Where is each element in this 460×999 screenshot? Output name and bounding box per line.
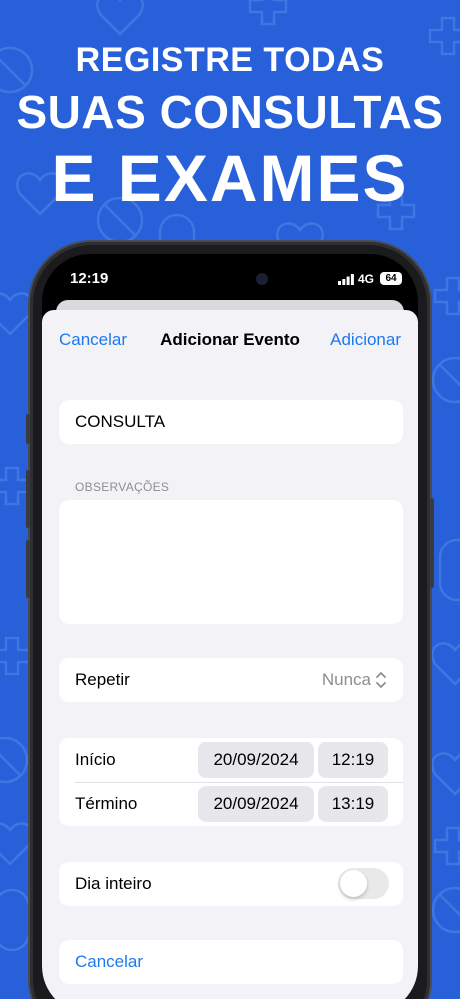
chevron-up-down-icon bbox=[376, 672, 386, 688]
battery-level: 64 bbox=[385, 273, 397, 284]
battery-icon: 64 bbox=[380, 272, 402, 285]
plus-icon bbox=[433, 826, 460, 866]
event-title-value: CONSULTA bbox=[75, 412, 166, 431]
camera-icon bbox=[256, 273, 268, 285]
phone-screen: 12:19 4G 64 Cancelar Adicionar Evento Ad… bbox=[42, 254, 418, 999]
start-label: Início bbox=[75, 750, 116, 769]
dynamic-island bbox=[180, 264, 280, 294]
promo-line-1: REGISTRE TODAS bbox=[75, 41, 385, 79]
action-button bbox=[26, 414, 30, 444]
volume-down-button bbox=[26, 540, 30, 598]
heart-icon bbox=[431, 752, 460, 796]
repeat-value: Nunca bbox=[321, 670, 371, 689]
divider bbox=[75, 782, 403, 783]
add-event-sheet: Cancelar Adicionar Evento Adicionar CONS… bbox=[42, 310, 418, 999]
add-button[interactable]: Adicionar bbox=[330, 330, 401, 350]
volume-up-button bbox=[26, 470, 30, 528]
observations-label: OBSERVAÇÕES bbox=[75, 480, 170, 494]
nav-bar: Cancelar Adicionar Evento Adicionar bbox=[42, 310, 418, 366]
start-time-picker[interactable]: 12:19 bbox=[318, 742, 388, 778]
all-day-row: Dia inteiro bbox=[59, 862, 403, 906]
signal-bars-icon bbox=[338, 274, 354, 285]
plus-icon bbox=[433, 276, 460, 316]
end-label: Término bbox=[75, 794, 138, 813]
event-title-field[interactable]: CONSULTA bbox=[59, 400, 403, 444]
pill-icon bbox=[438, 538, 460, 602]
pill-icon bbox=[0, 888, 31, 952]
tablet-icon bbox=[0, 736, 29, 784]
all-day-toggle[interactable] bbox=[338, 868, 389, 899]
heart-icon bbox=[0, 292, 34, 336]
plus-icon bbox=[248, 0, 288, 26]
heart-icon bbox=[431, 642, 460, 686]
tablet-icon bbox=[431, 356, 460, 404]
end-date-picker[interactable]: 20/09/2024 bbox=[198, 786, 314, 822]
date-range-card: Início 20/09/2024 12:19 Término 20/09/20… bbox=[59, 738, 403, 826]
plus-icon bbox=[0, 636, 32, 676]
status-time: 12:19 bbox=[70, 270, 109, 287]
promo-line-2: SUAS CONSULTAS bbox=[16, 86, 444, 138]
repeat-row[interactable]: Repetir Nunca bbox=[59, 658, 403, 702]
start-date-picker[interactable]: 20/09/2024 bbox=[198, 742, 314, 778]
observations-field[interactable] bbox=[59, 500, 403, 624]
tablet-icon bbox=[431, 886, 460, 934]
heart-icon bbox=[96, 0, 144, 36]
status-bar: 12:19 4G 64 bbox=[42, 254, 418, 300]
all-day-label: Dia inteiro bbox=[75, 874, 152, 893]
cancel-row[interactable]: Cancelar bbox=[59, 940, 403, 984]
repeat-label: Repetir bbox=[75, 670, 130, 689]
promo-line-3: E EXAMES bbox=[51, 141, 409, 215]
power-button bbox=[430, 498, 434, 588]
cancel-button[interactable]: Cancelar bbox=[75, 952, 143, 972]
heart-icon bbox=[0, 822, 34, 866]
network-type: 4G bbox=[358, 272, 375, 286]
end-time-picker[interactable]: 13:19 bbox=[318, 786, 388, 822]
toggle-knob bbox=[340, 870, 367, 897]
